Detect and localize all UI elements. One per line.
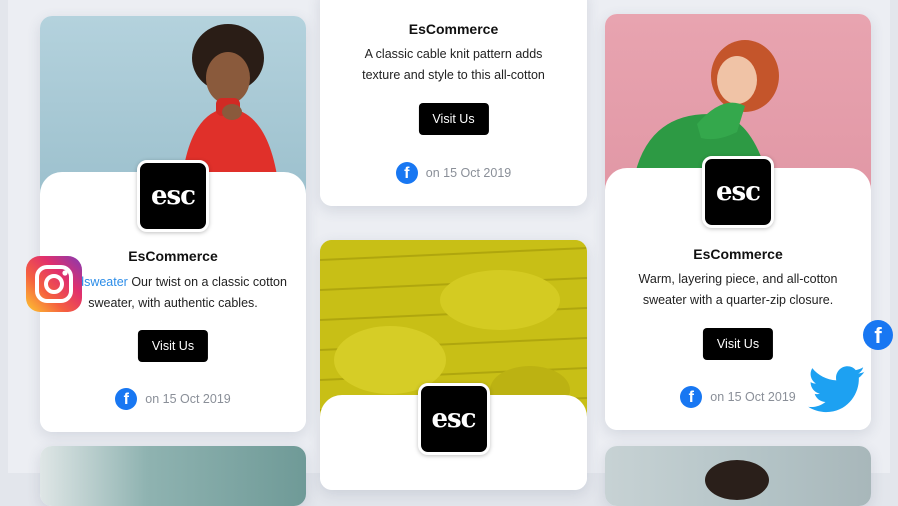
post-date: on 15 Oct 2019: [145, 392, 231, 406]
post-date: on 15 Oct 2019: [425, 166, 512, 180]
post-meta: f on 15 Oct 2019: [320, 162, 587, 184]
facebook-icon: f: [115, 388, 138, 410]
feed-card-4[interactable]: esc: [320, 240, 587, 490]
feed-card-6[interactable]: [605, 446, 871, 506]
feed-card-1[interactable]: esc EsCommerce #redsweater Our twist on …: [40, 16, 306, 432]
post-description: Warm, layering piece, and all-cotton swe…: [638, 272, 838, 307]
card-panel: esc: [320, 383, 587, 490]
brand-logo: esc: [702, 156, 774, 228]
card-photo: [605, 446, 871, 506]
facebook-icon: f: [863, 320, 893, 350]
brand-name: EsCommerce: [693, 246, 783, 262]
facebook-icon: f: [680, 386, 703, 408]
card-photo: [40, 446, 306, 506]
brand-logo: esc: [417, 383, 490, 455]
visit-us-button[interactable]: Visit Us: [418, 103, 489, 135]
post-meta: f on 15 Oct 2019: [40, 388, 306, 410]
logo-text: esc: [715, 177, 761, 207]
brand-logo: esc: [137, 160, 209, 232]
post-description: A classic cable knit pattern adds textur…: [362, 47, 545, 82]
logo-text: esc: [150, 181, 196, 211]
feed-card-5[interactable]: [40, 446, 306, 506]
twitter-icon: [808, 366, 866, 414]
instagram-icon: [26, 256, 82, 312]
visit-us-button[interactable]: Visit Us: [702, 328, 774, 360]
card-panel: EsCommerce A classic cable knit pattern …: [320, 0, 587, 206]
visit-us-button[interactable]: Visit Us: [137, 330, 209, 362]
post-date: on 15 Oct 2019: [710, 390, 796, 404]
social-feed-wall: esc EsCommerce #redsweater Our twist on …: [8, 0, 893, 506]
logo-text: esc: [431, 404, 476, 434]
feed-card-2[interactable]: EsCommerce A classic cable knit pattern …: [320, 0, 587, 206]
facebook-icon: f: [395, 162, 418, 184]
post-description: #redsweater Our twist on a classic cotto…: [54, 272, 292, 314]
brand-name: EsCommerce: [408, 21, 499, 37]
